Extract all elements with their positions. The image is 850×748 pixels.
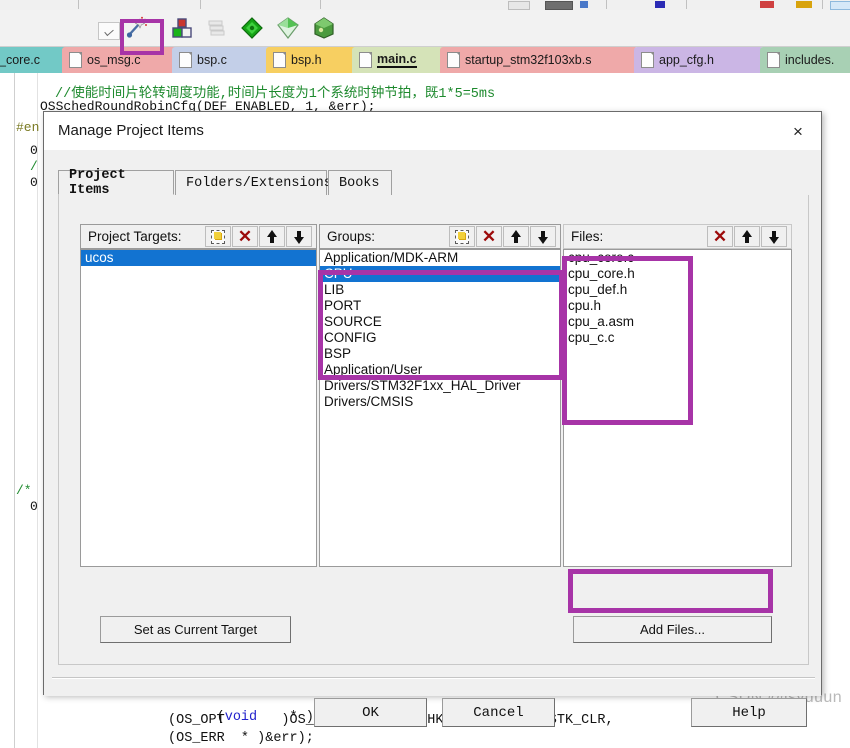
- tab-app-cfg-h[interactable]: app_cfg.h: [634, 47, 764, 73]
- files-header: Files: ✕: [563, 224, 792, 249]
- dialog-divider-highlight: [52, 678, 815, 679]
- list-item[interactable]: CPU: [320, 266, 560, 282]
- tab-startup-stm32f103xb-s[interactable]: startup_stm32f103xb.s: [440, 47, 638, 73]
- help-button[interactable]: Help: [691, 698, 807, 727]
- move-down-icon[interactable]: [761, 226, 787, 247]
- move-up-icon[interactable]: [259, 226, 285, 247]
- file-page-icon: [359, 52, 372, 68]
- tab-label: os_msg.c: [87, 53, 141, 67]
- new-item-icon[interactable]: [449, 226, 475, 247]
- tab-label: _core.c: [0, 53, 40, 67]
- groups-header: Groups: ✕: [319, 224, 561, 249]
- tab-label: Project Items: [69, 167, 126, 198]
- list-item[interactable]: cpu_core.h: [564, 266, 791, 282]
- file-page-icon: [273, 52, 286, 68]
- delete-icon[interactable]: ✕: [476, 226, 502, 247]
- groups-caption: Groups:: [327, 229, 376, 244]
- batch-build-icon: [205, 16, 229, 40]
- file-page-icon: [447, 52, 460, 68]
- cancel-button[interactable]: Cancel: [442, 698, 555, 727]
- code-line-os-err: (OS_ERR * )&err);: [168, 731, 314, 746]
- groups-list[interactable]: Application/MDK-ARM CPU LIB PORT SOURCE …: [319, 249, 561, 567]
- list-item[interactable]: cpu_core.c: [564, 250, 791, 266]
- add-files-button[interactable]: Add Files...: [573, 616, 772, 643]
- tab-label: main.c: [377, 52, 417, 68]
- list-item[interactable]: CONFIG: [320, 330, 560, 346]
- delete-icon[interactable]: ✕: [707, 226, 733, 247]
- file-page-icon: [767, 52, 780, 68]
- tab-label: bsp.c: [197, 53, 227, 67]
- move-down-icon[interactable]: [530, 226, 556, 247]
- ide-toolbar: [0, 10, 850, 55]
- target-select-dropdown[interactable]: [98, 22, 120, 40]
- list-item[interactable]: Application/User: [320, 362, 560, 378]
- move-up-icon[interactable]: [503, 226, 529, 247]
- options-green-icon[interactable]: [276, 16, 300, 40]
- list-item[interactable]: cpu_a.asm: [564, 314, 791, 330]
- dialog-title: Manage Project Items: [58, 122, 204, 139]
- tab-label: includes.: [785, 53, 835, 67]
- file-page-icon: [179, 52, 192, 68]
- code-line-fragment-3: 0: [30, 175, 38, 190]
- dialog-title-bar: Manage Project Items ×: [44, 112, 821, 150]
- file-page-icon: [641, 52, 654, 68]
- set-as-current-target-button[interactable]: Set as Current Target: [100, 616, 291, 643]
- gutter-divider: [14, 73, 15, 748]
- tab-folders-extensions[interactable]: Folders/Extensions: [175, 170, 332, 195]
- files-list[interactable]: cpu_core.c cpu_core.h cpu_def.h cpu.h cp…: [563, 249, 792, 567]
- project-targets-header: Project Targets: ✕: [80, 224, 317, 249]
- project-targets-list[interactable]: ucos: [80, 249, 317, 567]
- list-item[interactable]: cpu_def.h: [564, 282, 791, 298]
- list-item[interactable]: SOURCE: [320, 314, 560, 330]
- tab-label: bsp.h: [291, 53, 322, 67]
- delete-icon[interactable]: ✕: [232, 226, 258, 247]
- code-line-fragment-4: /*: [16, 483, 32, 498]
- list-item[interactable]: ucos: [81, 250, 316, 266]
- dialog-body: Project Items Folders/Extensions Books P…: [44, 150, 821, 727]
- list-item[interactable]: cpu.h: [564, 298, 791, 314]
- list-item[interactable]: Drivers/CMSIS: [320, 394, 560, 410]
- options-target-icon[interactable]: [240, 16, 264, 40]
- tab-label: Books: [339, 175, 380, 191]
- tab-includes-h[interactable]: includes.: [760, 47, 850, 73]
- tab-label: app_cfg.h: [659, 53, 714, 67]
- list-item[interactable]: BSP: [320, 346, 560, 362]
- files-caption: Files:: [571, 229, 604, 244]
- toolbar-highlight-annotation: [120, 19, 164, 55]
- project-targets-caption: Project Targets:: [88, 229, 182, 244]
- code-line-fragment-5: 0: [30, 499, 38, 514]
- code-line-endif: #en: [16, 120, 40, 135]
- list-item[interactable]: LIB: [320, 282, 560, 298]
- manage-project-items-icon[interactable]: [170, 16, 194, 40]
- close-icon[interactable]: ×: [781, 116, 815, 146]
- screenshot-root: _core.c os_msg.c bsp.c bsp.h main.c star…: [0, 0, 850, 748]
- tab-books[interactable]: Books: [328, 170, 392, 195]
- move-up-icon[interactable]: [734, 226, 760, 247]
- list-item[interactable]: Application/MDK-ARM: [320, 250, 560, 266]
- code-line-fragment-2: /: [30, 159, 38, 174]
- code-line-fragment-1: 0: [30, 143, 38, 158]
- manage-project-items-dialog: Manage Project Items × Project Items Fol…: [43, 111, 822, 727]
- list-item[interactable]: PORT: [320, 298, 560, 314]
- list-item[interactable]: cpu_c.c: [564, 330, 791, 346]
- tab-project-items[interactable]: Project Items: [58, 167, 174, 198]
- tab-label: Folders/Extensions: [186, 175, 332, 191]
- tab-label: startup_stm32f103xb.s: [465, 53, 592, 67]
- move-down-icon[interactable]: [286, 226, 312, 247]
- file-page-icon: [69, 52, 82, 68]
- new-item-icon[interactable]: [205, 226, 231, 247]
- list-item[interactable]: Drivers/STM32F1xx_HAL_Driver: [320, 378, 560, 394]
- pack-installer-icon[interactable]: [312, 16, 336, 40]
- ok-button[interactable]: OK: [314, 698, 427, 727]
